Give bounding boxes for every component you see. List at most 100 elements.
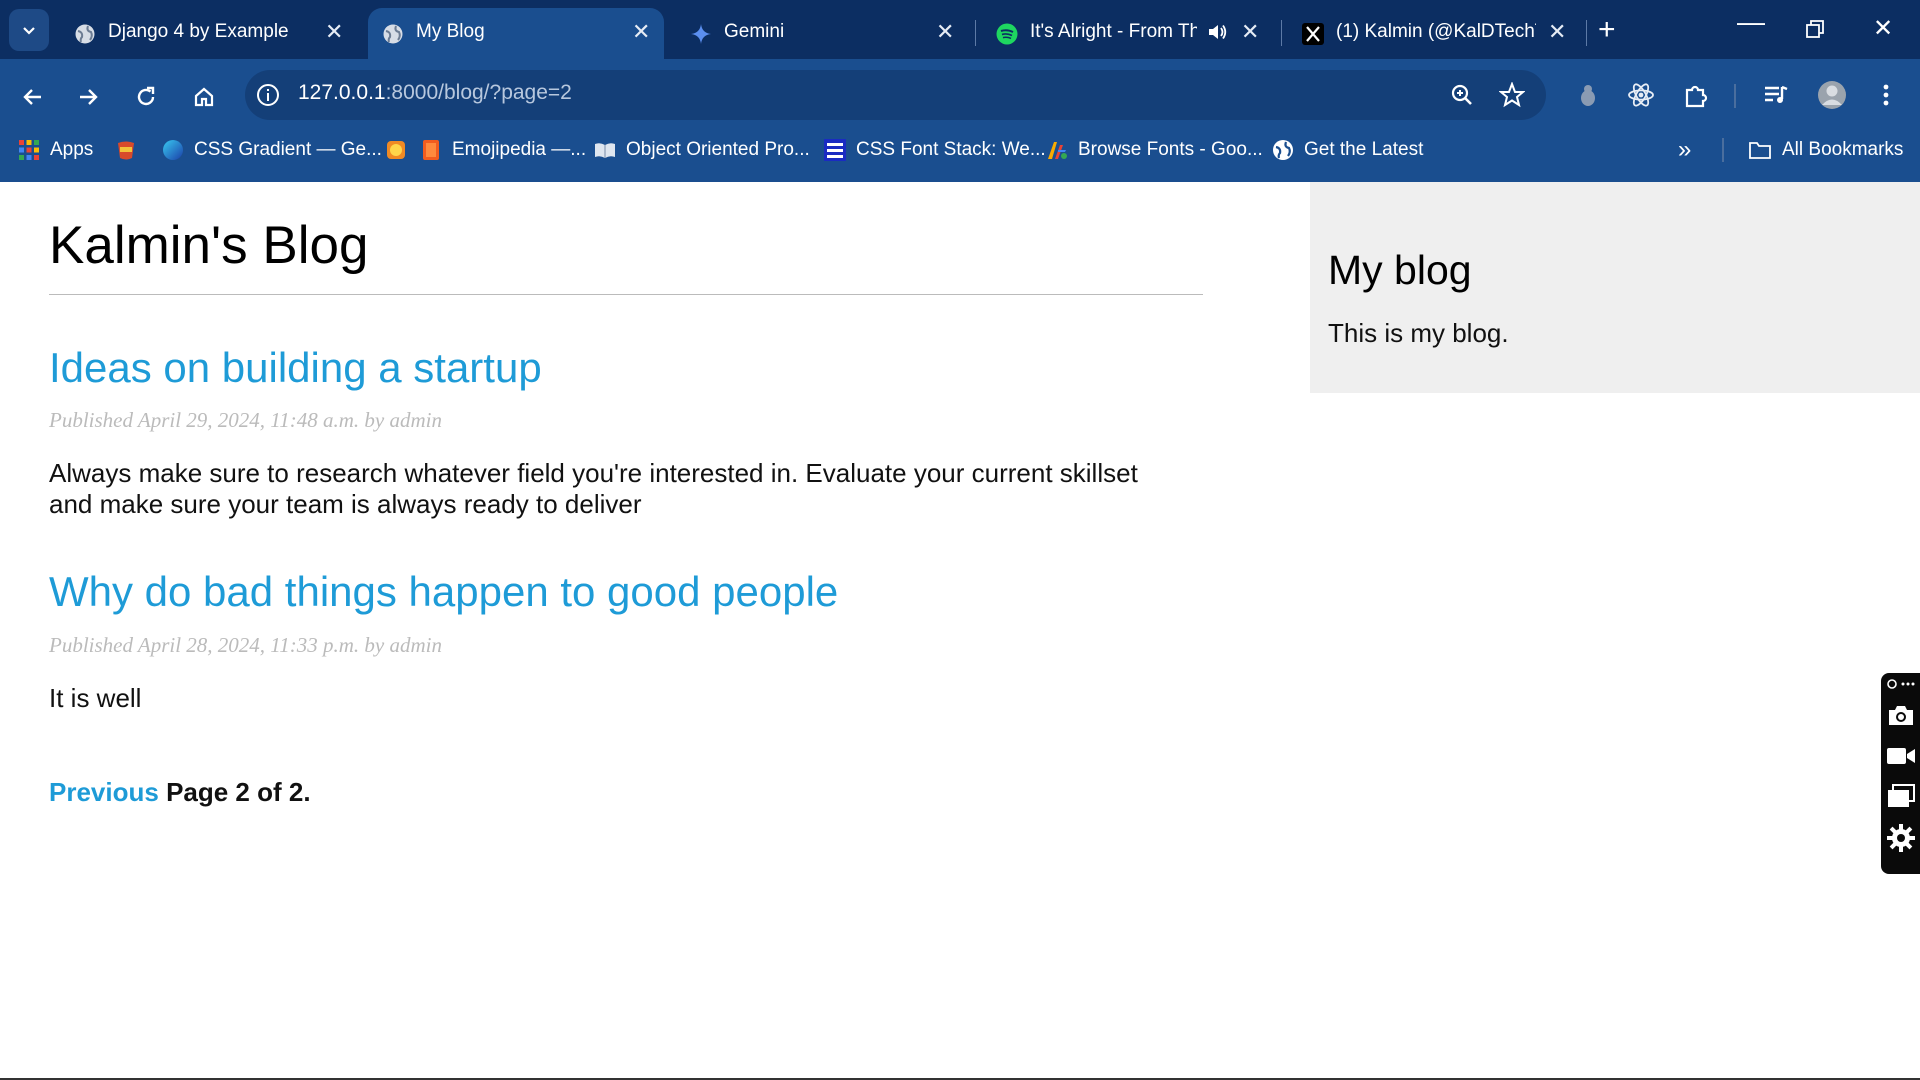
globe-icon	[1273, 140, 1293, 160]
toolbar-divider	[1722, 138, 1724, 162]
bookmark-object-oriented[interactable]: Object Oriented Pro...	[594, 136, 810, 164]
url-path: :8000/blog/?page=2	[385, 81, 572, 104]
tab-title: Django 4 by Example	[108, 21, 289, 42]
sparkle-icon	[691, 24, 711, 44]
media-controls-button[interactable]	[1760, 79, 1792, 111]
windows-stack-icon	[1887, 784, 1915, 807]
close-window-icon[interactable]: ✕	[1873, 14, 1893, 43]
emojipedia-icon	[423, 140, 439, 160]
bookmark-label: Apps	[50, 139, 94, 160]
tab-title: Gemini	[724, 21, 785, 42]
post-body: It is well	[49, 683, 142, 713]
kebab-menu-icon	[1883, 84, 1889, 106]
sidebar-text: This is my blog.	[1328, 318, 1509, 348]
react-icon	[1628, 83, 1654, 107]
page-title: Kalmin's Blog	[49, 216, 369, 275]
zoom-icon[interactable]	[1450, 83, 1474, 107]
reload-icon	[137, 86, 155, 106]
new-tab-button[interactable]: +	[1598, 12, 1616, 48]
forward-button[interactable]	[70, 79, 106, 115]
capture-settings-button[interactable]	[1881, 823, 1920, 853]
arrow-right-icon	[80, 89, 98, 105]
emoji-face-icon	[387, 141, 405, 159]
extension-button[interactable]	[1572, 79, 1604, 111]
tab-x-kalmin[interactable]: (1) Kalmin (@KalDTechTi ✕	[1288, 8, 1580, 59]
close-icon[interactable]: ✕	[1241, 19, 1259, 45]
reload-button[interactable]	[128, 79, 164, 115]
minimize-icon[interactable]: —	[1737, 6, 1765, 38]
book-icon	[595, 143, 615, 158]
close-icon[interactable]: ✕	[632, 19, 650, 45]
bookmark-emoji-icon	[118, 141, 134, 160]
react-devtools-button[interactable]	[1625, 79, 1657, 111]
avatar	[1818, 81, 1846, 109]
close-icon[interactable]: ✕	[936, 19, 954, 45]
pagination: Previous Page 2 of 2.	[49, 777, 311, 808]
url-text[interactable]: 127.0.0.1:8000/blog/?page=2	[298, 81, 572, 105]
back-button[interactable]	[15, 79, 51, 115]
bookmark-emoji[interactable]	[115, 136, 147, 164]
profile-button[interactable]	[1816, 79, 1848, 111]
sidebar: My blog This is my blog.	[1310, 182, 1920, 393]
post-title-link[interactable]: Why do bad things happen to good people	[49, 568, 838, 616]
bookmark-emoji-face[interactable]	[385, 136, 417, 164]
post-meta: Published April 28, 2024, 11:33 p.m. by …	[49, 633, 442, 657]
extension-blob-icon	[1581, 85, 1595, 106]
previous-page-link[interactable]: Previous	[49, 777, 159, 807]
screenshot-button[interactable]	[1881, 703, 1920, 727]
star-icon[interactable]	[1499, 82, 1525, 108]
bookmark-google-fonts[interactable]: Browse Fonts - Goo...	[1046, 136, 1263, 164]
tab-gemini[interactable]: Gemini ✕	[676, 8, 968, 59]
url-host: 127.0.0.1	[298, 81, 386, 104]
bookmark-css-gradient[interactable]: CSS Gradient — Ge...	[162, 136, 382, 164]
bookmark-label: CSS Gradient — Ge...	[194, 139, 382, 160]
extensions-button[interactable]	[1680, 79, 1712, 111]
bookmark-css-font-stack[interactable]: CSS Font Stack: We...	[824, 136, 1046, 164]
x-logo-icon	[1302, 23, 1324, 45]
globe-icon	[383, 24, 403, 44]
tab-django[interactable]: Django 4 by Example ✕	[60, 8, 360, 59]
bookmark-emojipedia[interactable]: Emojipedia —...	[420, 136, 586, 164]
site-info-icon[interactable]	[256, 83, 280, 107]
speaker-icon[interactable]	[1206, 21, 1228, 43]
close-icon[interactable]: ✕	[325, 19, 343, 45]
tab-strip: Django 4 by Example ✕ My Blog ✕ Gemini ✕…	[0, 0, 1920, 59]
post-title-link[interactable]: Ideas on building a startup	[49, 344, 542, 392]
google-fonts-icon	[1048, 142, 1067, 159]
bookmark-label: Emojipedia —...	[452, 139, 587, 160]
menu-button[interactable]	[1870, 79, 1902, 111]
tab-divider	[975, 20, 976, 46]
bookmark-get-the-latest[interactable]: Get the Latest	[1272, 136, 1423, 164]
camera-icon	[1888, 706, 1913, 725]
tab-divider	[1281, 20, 1282, 46]
playlist-icon	[1765, 85, 1788, 103]
chevron-down-icon	[23, 27, 35, 35]
link-more-icon	[1886, 679, 1914, 689]
toolbar-divider	[1734, 84, 1736, 108]
tab-title: It's Alright - From Th	[1030, 21, 1197, 42]
record-video-button[interactable]	[1881, 745, 1920, 767]
title-divider	[49, 294, 1203, 295]
bookmark-label: Object Oriented Pro...	[626, 139, 810, 160]
page-indicator: Page 2 of 2.	[166, 777, 311, 807]
more-bookmarks-button[interactable]: »	[1678, 136, 1691, 164]
bookmark-label: Browse Fonts - Goo...	[1078, 139, 1263, 160]
all-bookmarks-label: All Bookmarks	[1782, 139, 1904, 160]
window-capture-button[interactable]	[1881, 783, 1920, 809]
post-meta: Published April 29, 2024, 11:48 a.m. by …	[49, 408, 442, 432]
tab-search-button[interactable]	[9, 9, 49, 51]
tab-my-blog[interactable]: My Blog ✕	[368, 8, 664, 59]
sidebar-title: My blog	[1328, 247, 1472, 293]
bookmark-apps[interactable]: Apps	[18, 136, 93, 164]
close-icon[interactable]: ✕	[1548, 19, 1566, 45]
home-button[interactable]	[186, 79, 222, 115]
folder-icon	[1749, 142, 1771, 159]
capture-more-button[interactable]	[1881, 677, 1920, 691]
spotify-icon	[996, 23, 1018, 45]
arrow-left-icon	[23, 89, 41, 105]
page-viewport: Kalmin's Blog Ideas on building a startu…	[0, 182, 1920, 1080]
home-icon	[194, 87, 214, 107]
restore-icon[interactable]	[1806, 20, 1824, 38]
tab-spotify[interactable]: It's Alright - From Th ✕	[982, 8, 1274, 59]
all-bookmarks-button[interactable]: All Bookmarks	[1748, 136, 1903, 164]
